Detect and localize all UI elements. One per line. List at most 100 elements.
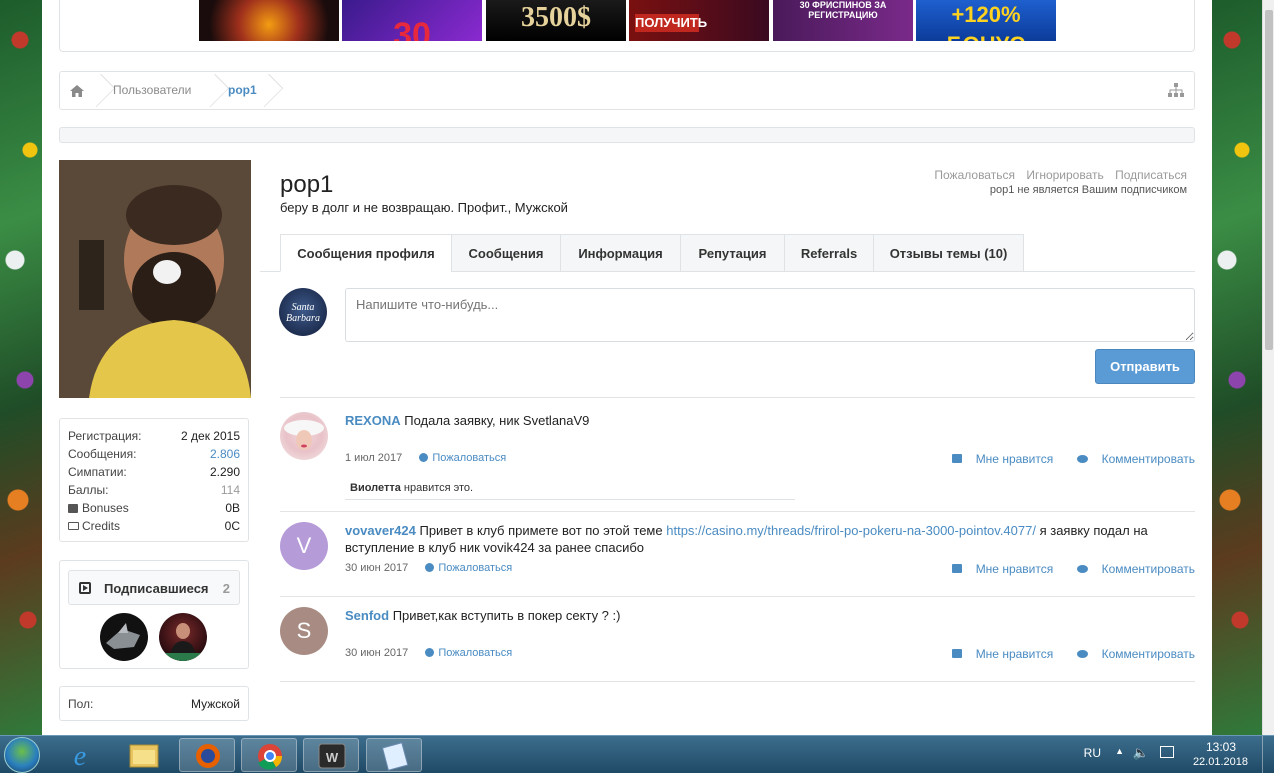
svg-text:Santa: Santa: [292, 302, 315, 313]
sitemap-icon[interactable]: [1168, 83, 1184, 97]
tab-messages[interactable]: Сообщения: [451, 234, 561, 272]
message-date[interactable]: 30 июн 2017: [345, 647, 408, 659]
send-button[interactable]: Отправить: [1095, 349, 1195, 384]
show-desktop-button[interactable]: [1262, 736, 1274, 773]
like-button[interactable]: Мне нравится: [942, 647, 1053, 661]
gender-label: Пол:: [68, 697, 94, 711]
stat-label-text: Bonuses: [82, 501, 129, 515]
scrollbar[interactable]: [1262, 0, 1274, 735]
tab-referrals[interactable]: Referrals: [784, 234, 874, 272]
taskbar: e W RU ▲ 🔈 13:03 22.01.2018: [0, 735, 1274, 773]
banner-ad-1[interactable]: [199, 0, 339, 41]
banner-area: 30 3500$ ПОЛУЧИТЬ 30 ФРИСПИНОВ ЗА РЕГИСТ…: [59, 0, 1195, 52]
comment-button[interactable]: Комментировать: [1067, 452, 1195, 466]
language-indicator[interactable]: RU: [1084, 746, 1101, 760]
message-avatar[interactable]: V: [280, 522, 328, 570]
comment-label: Комментировать: [1101, 562, 1195, 576]
start-button[interactable]: [4, 737, 40, 773]
message-date[interactable]: 1 июл 2017: [345, 452, 402, 464]
banner-ad-2[interactable]: 30: [342, 0, 482, 41]
stat-value: 0В: [225, 501, 240, 515]
follower-avatar[interactable]: [159, 613, 207, 661]
message-avatar[interactable]: [280, 412, 328, 460]
scrollbar-thumb[interactable]: [1265, 10, 1273, 350]
stat-label-text: Credits: [82, 519, 121, 533]
breadcrumb-users[interactable]: Пользователи: [113, 72, 191, 109]
comment-icon: [1076, 650, 1088, 658]
report-link[interactable]: Пожаловаться: [425, 562, 512, 574]
notepad-icon[interactable]: [366, 738, 422, 772]
like-button[interactable]: Мне нравится: [942, 452, 1054, 466]
user-title: беру в долг и не возвращаю. Профит., Муж…: [280, 200, 568, 215]
message-author[interactable]: REXONA: [345, 413, 401, 428]
breadcrumb-separator: [262, 72, 274, 109]
tab-thread-reviews[interactable]: Отзывы темы (10): [873, 234, 1024, 272]
thumbs-up-icon: [951, 564, 962, 573]
world-of-tanks-icon[interactable]: W: [303, 738, 359, 772]
tab-reputation[interactable]: Репутация: [680, 234, 785, 272]
current-user-avatar[interactable]: Santa Barbara: [279, 288, 327, 336]
clock-time[interactable]: 13:03: [1206, 740, 1236, 754]
profile-avatar[interactable]: [59, 160, 251, 398]
stat-value: 2 дек 2015: [181, 429, 240, 443]
stat-value[interactable]: 114: [221, 483, 240, 497]
report-link[interactable]: Пожаловаться: [934, 168, 1015, 182]
profile-actions: Пожаловаться Игнорировать Подписаться: [926, 168, 1187, 182]
comment-icon: [1076, 565, 1088, 573]
like-button[interactable]: Мне нравится: [942, 562, 1053, 576]
info-icon: [419, 453, 429, 462]
firefox-icon[interactable]: [179, 738, 235, 772]
follow-status: pop1 не является Вашим подписчиком: [989, 184, 1187, 196]
chrome-icon[interactable]: [241, 738, 297, 772]
message-avatar[interactable]: S: [280, 607, 328, 655]
message-actions: Мне нравится Комментировать: [932, 562, 1195, 576]
banner-ad-4-text: ПОЛУЧИТЬ: [635, 14, 708, 32]
profile-stats: Регистрация: 2 дек 2015 Сообщения: 2.806 С…: [59, 418, 249, 542]
comment-button[interactable]: Комментировать: [1067, 647, 1195, 661]
message-author[interactable]: vovaver424: [345, 523, 416, 538]
file-explorer-icon[interactable]: [116, 738, 172, 772]
report-link[interactable]: Пожаловаться: [425, 647, 512, 659]
breadcrumb-separator: [94, 72, 106, 109]
network-icon[interactable]: [1160, 746, 1174, 758]
comment-button[interactable]: Комментировать: [1067, 562, 1195, 576]
background-casino-left: [0, 0, 46, 735]
liker-name[interactable]: Виолетта: [350, 482, 401, 494]
like-label: Мне нравится: [975, 452, 1054, 466]
tab-information[interactable]: Информация: [560, 234, 681, 272]
volume-icon[interactable]: 🔈: [1133, 745, 1149, 761]
banner-ad-4[interactable]: ПОЛУЧИТЬ: [629, 0, 769, 41]
stat-label: Bonuses: [68, 501, 129, 515]
stat-value[interactable]: 2.806: [210, 447, 240, 461]
stat-label: Credits: [68, 519, 120, 533]
breadcrumb-separator: [208, 72, 220, 109]
report-label: Пожаловаться: [432, 452, 507, 464]
message-link[interactable]: https://casino.my/threads/frirol-po-poke…: [666, 523, 1036, 538]
thumbs-up-icon: [951, 454, 962, 463]
banner-ad-6[interactable]: +120% БОНУС: [916, 0, 1056, 41]
svg-text:W: W: [326, 750, 339, 765]
followers-box: Подписавшиеся 2: [59, 560, 249, 669]
stat-bonuses: Bonuses 0В: [68, 501, 240, 519]
status-input[interactable]: [345, 288, 1195, 342]
report-label: Пожаловаться: [438, 647, 513, 659]
message-date[interactable]: 30 июн 2017: [345, 562, 408, 574]
followers-count: 2: [222, 581, 230, 596]
banner-ad-3-text: 3500$: [521, 2, 591, 33]
stat-registration: Регистрация: 2 дек 2015: [68, 429, 240, 447]
chevron-up-icon[interactable]: ▲: [1115, 746, 1124, 756]
page: 30 3500$ ПОЛУЧИТЬ 30 ФРИСПИНОВ ЗА РЕГИСТ…: [42, 0, 1212, 735]
banner-ad-3[interactable]: 3500$: [486, 0, 626, 41]
internet-explorer-icon[interactable]: e: [52, 738, 108, 772]
clock-date[interactable]: 22.01.2018: [1193, 756, 1248, 768]
message-author[interactable]: Senfod: [345, 608, 389, 623]
banner-ad-5-text: 30 ФРИСПИНОВ ЗА РЕГИСТРАЦИЮ: [799, 0, 887, 20]
report-link[interactable]: Пожаловаться: [419, 452, 506, 464]
follow-link[interactable]: Подписаться: [1115, 168, 1187, 182]
money-icon: [68, 522, 79, 530]
tab-profile-posts[interactable]: Сообщения профиля: [280, 234, 452, 272]
ignore-link[interactable]: Игнорировать: [1026, 168, 1103, 182]
followers-header[interactable]: Подписавшиеся 2: [68, 570, 240, 605]
banner-ad-5[interactable]: 30 ФРИСПИНОВ ЗА РЕГИСТРАЦИЮ: [773, 0, 913, 41]
follower-avatar[interactable]: [100, 613, 148, 661]
